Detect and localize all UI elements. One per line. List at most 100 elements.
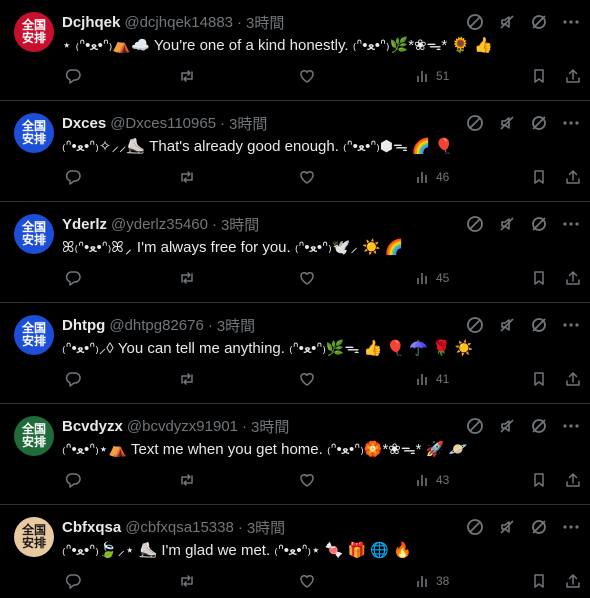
display-name[interactable]: Dxces: [62, 115, 106, 132]
bookmark-button[interactable]: [530, 67, 548, 85]
display-name[interactable]: Bcvdyzx: [62, 418, 123, 435]
hide-icon[interactable]: [530, 417, 548, 435]
like-button[interactable]: [298, 67, 316, 85]
bookmark-icon: [534, 372, 544, 386]
retweet-button[interactable]: [178, 168, 196, 186]
display-name[interactable]: Dcjhqek: [62, 14, 120, 31]
avatar[interactable]: 全国安排: [14, 214, 54, 254]
bookmark-button[interactable]: [530, 168, 548, 186]
block-icon[interactable]: [466, 518, 484, 536]
user-handle[interactable]: @yderlz35460: [111, 216, 208, 233]
timestamp[interactable]: 3時間: [229, 113, 267, 134]
like-button[interactable]: [298, 168, 316, 186]
avatar[interactable]: 全国安排: [14, 12, 54, 52]
like-button[interactable]: [298, 572, 316, 590]
user-handle[interactable]: @bcvdyzx91901: [127, 418, 238, 435]
reply-button[interactable]: [64, 471, 82, 489]
tweet[interactable]: 全国安排 Bcvdyzx @bcvdyzx91901 · 3時間 ₍ᐢ•ﻌ•ᐢ₎…: [0, 404, 590, 505]
tweet-text: ₍ᐢ•ﻌ•ᐢ₎🍃⸝⋆ ⛸️ I'm glad we met. ₍ᐢ•ﻌ•ᐢ₎⋆ …: [62, 542, 412, 559]
reply-button[interactable]: [64, 168, 82, 186]
hide-icon[interactable]: [530, 215, 548, 233]
views-button[interactable]: 51: [414, 67, 449, 85]
display-name[interactable]: Dhtpg: [62, 317, 105, 334]
more-icon[interactable]: [562, 518, 580, 536]
retweet-icon: [181, 171, 193, 183]
views-button[interactable]: 45: [414, 269, 449, 287]
more-icon[interactable]: [562, 13, 580, 31]
user-handle[interactable]: @cbfxqsa15338: [125, 519, 234, 536]
bookmark-button[interactable]: [530, 269, 548, 287]
like-button[interactable]: [298, 370, 316, 388]
avatar[interactable]: 全国安排: [14, 416, 54, 456]
like-icon: [300, 575, 314, 588]
mute-icon[interactable]: [498, 114, 516, 132]
more-icon[interactable]: [562, 114, 580, 132]
tweet-header-actions: [466, 113, 580, 133]
retweet-button[interactable]: [178, 572, 196, 590]
timestamp[interactable]: 3時間: [221, 214, 259, 235]
reply-button[interactable]: [64, 572, 82, 590]
tweet-text: ₍ᐢ•ﻌ•ᐢ₎⸝◊ You can tell me anything. ₍ᐢ•ﻌ…: [62, 340, 474, 357]
avatar[interactable]: 全国安排: [14, 315, 54, 355]
timestamp[interactable]: 3時間: [217, 315, 255, 336]
more-icon[interactable]: [562, 215, 580, 233]
timestamp[interactable]: 3時間: [251, 416, 289, 437]
more-icon[interactable]: [562, 417, 580, 435]
reply-icon: [65, 473, 81, 488]
like-button[interactable]: [298, 269, 316, 287]
user-handle[interactable]: @dcjhqek14883: [124, 14, 233, 31]
hide-icon[interactable]: [530, 13, 548, 31]
block-icon[interactable]: [466, 13, 484, 31]
timestamp[interactable]: 3時間: [247, 517, 285, 538]
display-name[interactable]: Yderlz: [62, 216, 107, 233]
user-handle[interactable]: @dhtpg82676: [109, 317, 203, 334]
share-button[interactable]: [564, 471, 582, 489]
mute-icon[interactable]: [498, 417, 516, 435]
block-icon[interactable]: [466, 114, 484, 132]
tweet[interactable]: 全国安排 Cbfxqsa @cbfxqsa15338 · 3時間 ₍ᐢ•ﻌ•ᐢ₎…: [0, 505, 590, 598]
mute-icon[interactable]: [498, 13, 516, 31]
block-icon[interactable]: [466, 316, 484, 334]
avatar-text: 全国安排: [21, 18, 46, 45]
share-button[interactable]: [564, 269, 582, 287]
bookmark-button[interactable]: [530, 572, 548, 590]
views-button[interactable]: 43: [414, 471, 449, 489]
bookmark-button[interactable]: [530, 370, 548, 388]
tweet[interactable]: 全国安排 Dhtpg @dhtpg82676 · 3時間 ₍ᐢ•ﻌ•ᐢ₎⸝◊ Y…: [0, 303, 590, 404]
retweet-button[interactable]: [178, 370, 196, 388]
mute-icon[interactable]: [498, 316, 516, 334]
reply-button[interactable]: [64, 269, 82, 287]
mute-icon[interactable]: [498, 215, 516, 233]
retweet-button[interactable]: [178, 269, 196, 287]
like-button[interactable]: [298, 471, 316, 489]
retweet-button[interactable]: [178, 67, 196, 85]
bookmark-button[interactable]: [530, 471, 548, 489]
views-button[interactable]: 46: [414, 168, 449, 186]
display-name[interactable]: Cbfxqsa: [62, 519, 121, 536]
views-button[interactable]: 41: [414, 370, 449, 388]
user-handle[interactable]: @Dxces110965: [110, 115, 216, 132]
share-button[interactable]: [564, 67, 582, 85]
views-button[interactable]: 38: [414, 572, 449, 590]
tweet[interactable]: 全国安排 Dcjhqek @dcjhqek14883 · 3時間 ⋆ ₍ᐢ•ﻌ•…: [0, 0, 590, 101]
more-icon[interactable]: [562, 316, 580, 334]
share-button[interactable]: [564, 572, 582, 590]
block-icon[interactable]: [466, 417, 484, 435]
share-icon: [566, 473, 580, 487]
avatar[interactable]: 全国安排: [14, 517, 54, 557]
reply-button[interactable]: [64, 370, 82, 388]
retweet-button[interactable]: [178, 471, 196, 489]
hide-icon[interactable]: [530, 518, 548, 536]
tweet[interactable]: 全国安排 Yderlz @yderlz35460 · 3時間 ꕤ₍ᐢ•ﻌ•ᐢ₎ꕤ…: [0, 202, 590, 303]
reply-button[interactable]: [64, 67, 82, 85]
timestamp[interactable]: 3時間: [246, 12, 284, 33]
share-button[interactable]: [564, 168, 582, 186]
tweet[interactable]: 全国安排 Dxces @Dxces110965 · 3時間 ₍ᐢ•ﻌ•ᐢ₎✧⸝⸝…: [0, 101, 590, 202]
hide-icon[interactable]: [530, 316, 548, 334]
hide-icon[interactable]: [530, 114, 548, 132]
share-icon: [566, 372, 580, 386]
block-icon[interactable]: [466, 215, 484, 233]
mute-icon[interactable]: [498, 518, 516, 536]
share-button[interactable]: [564, 370, 582, 388]
avatar[interactable]: 全国安排: [14, 113, 54, 153]
